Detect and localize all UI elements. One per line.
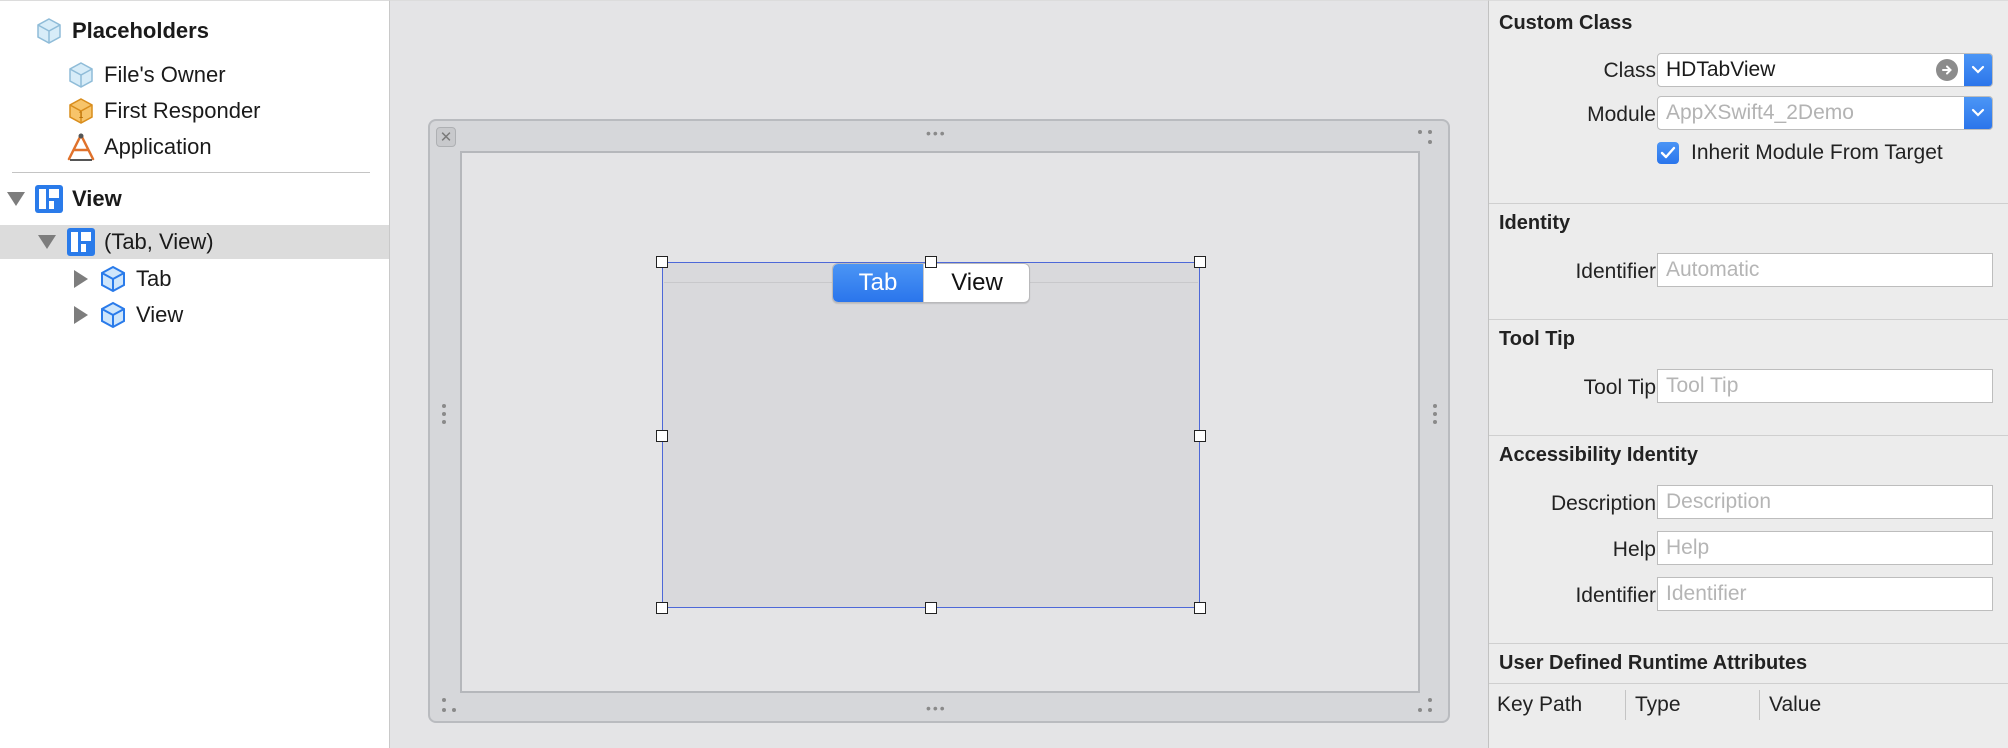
identifier-label: Identifier bbox=[1575, 260, 1656, 283]
resize-handle-right-icon[interactable] bbox=[1432, 404, 1438, 424]
description-label: Description bbox=[1550, 492, 1656, 515]
cube-icon bbox=[34, 16, 64, 46]
resize-handle-bottom-icon[interactable]: ••• bbox=[926, 701, 947, 715]
module-label: Module bbox=[1587, 103, 1656, 126]
view-icon bbox=[34, 184, 64, 214]
outline-files-owner-row[interactable]: File's Owner bbox=[0, 58, 389, 92]
column-header-value[interactable]: Value bbox=[1769, 693, 1821, 717]
inherit-module-checkbox[interactable] bbox=[1657, 142, 1679, 164]
tool-tip-field[interactable] bbox=[1657, 369, 1993, 403]
selection-handle[interactable] bbox=[656, 430, 668, 442]
resize-handle-left-icon[interactable] bbox=[441, 404, 447, 424]
column-header-key-path[interactable]: Key Path bbox=[1497, 693, 1582, 717]
table-header-divider bbox=[1489, 683, 2008, 684]
tool-tip-label: Tool Tip bbox=[1583, 376, 1656, 399]
tab-segmented-control[interactable]: Tab View bbox=[832, 263, 1030, 303]
identifier-field[interactable] bbox=[1657, 253, 1993, 287]
tool-tip-title: Tool Tip bbox=[1499, 328, 1575, 350]
document-outline: Placeholders File's Owner 1 First Respon… bbox=[0, 0, 390, 748]
section-divider bbox=[1489, 435, 2008, 436]
corner-handle-icon[interactable] bbox=[442, 698, 458, 714]
runtime-attributes-title: User Defined Runtime Attributes bbox=[1499, 652, 1808, 674]
selection-handle[interactable] bbox=[925, 256, 937, 268]
segment-tab[interactable]: Tab bbox=[833, 264, 923, 302]
resize-handle-top-icon[interactable]: ••• bbox=[926, 126, 947, 140]
accessibility-identifier-label: Identifier bbox=[1575, 584, 1656, 607]
outline-application-label: Application bbox=[104, 134, 212, 159]
outline-tab-label: Tab bbox=[136, 266, 172, 291]
class-combobox[interactable]: HDTabView bbox=[1657, 53, 1993, 87]
outline-tab-row[interactable]: Tab bbox=[0, 262, 389, 296]
section-divider bbox=[1489, 643, 2008, 644]
corner-handle-icon[interactable] bbox=[1418, 698, 1434, 714]
blue-cube-icon bbox=[98, 300, 128, 330]
tab-view-content bbox=[664, 282, 1198, 607]
disclosure-triangle-expanded-icon[interactable] bbox=[38, 235, 56, 249]
runtime-attributes-table-header: Key Path Type Value bbox=[1489, 686, 2008, 726]
outline-placeholders-row[interactable]: Placeholders bbox=[0, 14, 389, 48]
description-field[interactable] bbox=[1657, 485, 1993, 519]
selection-handle[interactable] bbox=[1194, 256, 1206, 268]
disclosure-triangle-collapsed-icon[interactable] bbox=[74, 306, 88, 324]
custom-class-title: Custom Class bbox=[1499, 12, 1633, 34]
outline-application-row[interactable]: Application bbox=[0, 130, 389, 164]
selection-handle[interactable] bbox=[925, 602, 937, 614]
identity-inspector: Custom Class Class HDTabView Module AppX… bbox=[1488, 0, 2008, 748]
cube-icon bbox=[66, 60, 96, 90]
outline-view-label: View bbox=[72, 186, 122, 211]
help-label: Help bbox=[1612, 538, 1656, 561]
outline-tab-view-row[interactable]: (Tab, View) bbox=[0, 225, 389, 259]
selection-handle[interactable] bbox=[1194, 602, 1206, 614]
outline-child-view-row[interactable]: View bbox=[0, 298, 389, 332]
identity-title: Identity bbox=[1499, 212, 1571, 234]
column-header-type[interactable]: Type bbox=[1635, 693, 1681, 717]
close-icon[interactable]: ✕ bbox=[436, 127, 456, 147]
disclosure-triangle-expanded-icon[interactable] bbox=[7, 192, 25, 206]
inherit-module-label[interactable]: Inherit Module From Target bbox=[1691, 141, 1943, 165]
application-icon bbox=[66, 132, 96, 162]
outline-child-view-label: View bbox=[136, 302, 184, 327]
segment-view[interactable]: View bbox=[923, 264, 1029, 302]
class-value[interactable]: HDTabView bbox=[1658, 58, 1936, 82]
selection-handle[interactable] bbox=[656, 602, 668, 614]
selection-handle[interactable] bbox=[656, 256, 668, 268]
section-divider bbox=[1489, 203, 2008, 204]
column-separator[interactable] bbox=[1759, 690, 1760, 720]
inherit-module-row[interactable]: Inherit Module From Target bbox=[1657, 141, 1943, 165]
chevron-down-icon[interactable] bbox=[1964, 97, 1992, 129]
go-to-arrow-icon[interactable] bbox=[1936, 59, 1958, 81]
outline-first-responder-label: First Responder bbox=[104, 98, 261, 123]
accessibility-identifier-field[interactable] bbox=[1657, 577, 1993, 611]
column-separator[interactable] bbox=[1625, 690, 1626, 720]
chevron-down-icon[interactable] bbox=[1964, 54, 1992, 86]
outline-placeholders-label: Placeholders bbox=[72, 18, 209, 43]
module-combobox[interactable]: AppXSwift4_2Demo bbox=[1657, 96, 1993, 130]
class-label: Class bbox=[1603, 59, 1656, 82]
svg-text:1: 1 bbox=[78, 111, 84, 121]
section-divider bbox=[1489, 319, 2008, 320]
view-icon bbox=[66, 227, 96, 257]
blue-cube-icon bbox=[98, 264, 128, 294]
outline-divider bbox=[12, 172, 370, 173]
accessibility-identity-title: Accessibility Identity bbox=[1499, 444, 1698, 466]
help-field[interactable] bbox=[1657, 531, 1993, 565]
module-value[interactable]: AppXSwift4_2Demo bbox=[1658, 101, 1964, 125]
selection-handle[interactable] bbox=[1194, 430, 1206, 442]
outline-files-owner-label: File's Owner bbox=[104, 62, 226, 87]
corner-handle-icon[interactable] bbox=[1418, 130, 1434, 146]
disclosure-triangle-collapsed-icon[interactable] bbox=[74, 270, 88, 288]
outline-view-row[interactable]: View bbox=[0, 182, 389, 216]
first-responder-cube-icon: 1 bbox=[66, 96, 96, 126]
outline-first-responder-row[interactable]: 1 First Responder bbox=[0, 94, 389, 128]
outline-tab-view-label: (Tab, View) bbox=[104, 229, 214, 254]
